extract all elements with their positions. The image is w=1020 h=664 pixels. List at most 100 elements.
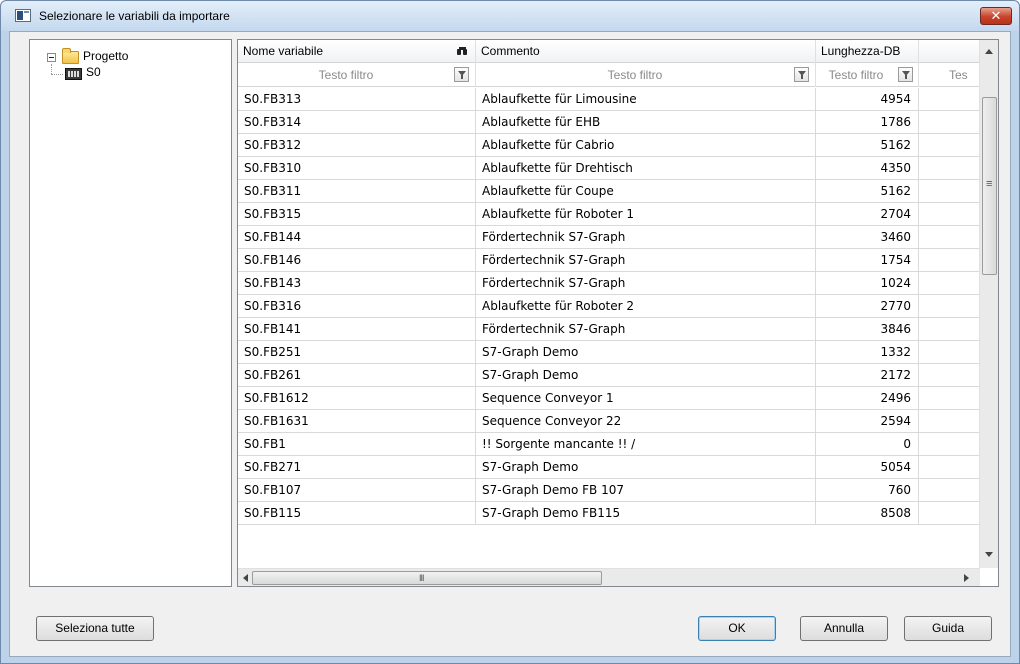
cell-db-length: 1024 <box>816 272 919 295</box>
cell-db-length: 3846 <box>816 318 919 341</box>
column-header-db-length[interactable]: Lunghezza-DB <box>816 40 919 63</box>
tree-connector <box>51 64 52 74</box>
cell-name: S0.FB144 <box>238 226 476 249</box>
variables-grid[interactable]: Nome variabile Commento Lunghezza-DB Tes… <box>237 39 999 587</box>
cell-db-length: 2770 <box>816 295 919 318</box>
filter-input-extra[interactable] <box>949 66 979 84</box>
cell-comment: Ablaufkette für EHB <box>476 111 816 134</box>
close-button[interactable]: ✕ <box>980 7 1012 25</box>
column-header-extra[interactable] <box>919 40 979 63</box>
scroll-down-icon[interactable] <box>985 552 993 557</box>
cell-name: S0.FB314 <box>238 111 476 134</box>
table-row[interactable]: S0.FB311 Ablaufkette für Coupe 5162 <box>238 180 980 203</box>
cell-extra <box>919 433 980 456</box>
cell-name: S0.FB315 <box>238 203 476 226</box>
binoculars-icon[interactable] <box>457 46 468 56</box>
filter-funnel-icon[interactable] <box>454 67 469 82</box>
cell-comment: Fördertechnik S7-Graph <box>476 226 816 249</box>
grid-header: Nome variabile Commento Lunghezza-DB <box>238 40 998 63</box>
cancel-button[interactable]: Annulla <box>800 616 888 641</box>
cell-extra <box>919 272 980 295</box>
column-header-name[interactable]: Nome variabile <box>238 40 476 63</box>
scroll-left-icon[interactable] <box>243 574 248 582</box>
cell-db-length: 0 <box>816 433 919 456</box>
tree-item-progetto[interactable]: Progetto <box>83 49 128 63</box>
cell-name: S0.FB310 <box>238 157 476 180</box>
table-row[interactable]: S0.FB312 Ablaufkette für Cabrio 5162 <box>238 134 980 157</box>
cell-name: S0.FB1631 <box>238 410 476 433</box>
select-all-button[interactable]: Seleziona tutte <box>36 616 154 641</box>
table-row[interactable]: S0.FB1612 Sequence Conveyor 1 2496 <box>238 387 980 410</box>
table-row[interactable]: S0.FB271 S7-Graph Demo 5054 <box>238 456 980 479</box>
table-row[interactable]: S0.FB314 Ablaufkette für EHB 1786 <box>238 111 980 134</box>
scroll-up-icon[interactable] <box>985 49 993 54</box>
filter-input-name[interactable] <box>242 66 450 84</box>
cell-name: S0.FB251 <box>238 341 476 364</box>
table-row[interactable]: S0.FB144 Fördertechnik S7-Graph 3460 <box>238 226 980 249</box>
horizontal-scrollbar[interactable]: III <box>238 568 980 586</box>
table-row[interactable]: S0.FB115 S7-Graph Demo FB115 8508 <box>238 502 980 525</box>
collapse-icon[interactable] <box>47 53 56 62</box>
table-row[interactable]: S0.FB1 !! Sorgente mancante !! / 0 <box>238 433 980 456</box>
cell-name: S0.FB107 <box>238 479 476 502</box>
cell-name: S0.FB115 <box>238 502 476 525</box>
table-row[interactable]: S0.FB310 Ablaufkette für Drehtisch 4350 <box>238 157 980 180</box>
table-row[interactable]: S0.FB315 Ablaufkette für Roboter 1 2704 <box>238 203 980 226</box>
table-row[interactable]: S0.FB1631 Sequence Conveyor 22 2594 <box>238 410 980 433</box>
cell-db-length: 1754 <box>816 249 919 272</box>
cell-extra <box>919 203 980 226</box>
cell-db-length: 1332 <box>816 341 919 364</box>
cell-db-length: 8508 <box>816 502 919 525</box>
table-row[interactable]: S0.FB316 Ablaufkette für Roboter 2 2770 <box>238 295 980 318</box>
scroll-grip-icon: ≡ <box>986 178 993 190</box>
cell-name: S0.FB312 <box>238 134 476 157</box>
help-button[interactable]: Guida <box>904 616 992 641</box>
cell-comment: Sequence Conveyor 22 <box>476 410 816 433</box>
cell-name: S0.FB141 <box>238 318 476 341</box>
project-tree[interactable]: Progetto S0 <box>29 39 232 587</box>
table-row[interactable]: S0.FB141 Fördertechnik S7-Graph 3846 <box>238 318 980 341</box>
table-row[interactable]: S0.FB146 Fördertechnik S7-Graph 1754 <box>238 249 980 272</box>
cell-name: S0.FB1 <box>238 433 476 456</box>
tree-connector <box>51 74 63 75</box>
app-icon <box>15 9 31 22</box>
cell-extra <box>919 226 980 249</box>
cell-name: S0.FB271 <box>238 456 476 479</box>
filter-cell-extra <box>919 63 979 87</box>
title-bar[interactable]: Selezionare le variabili da importare ✕ <box>1 1 1019 31</box>
cell-comment: Ablaufkette für Coupe <box>476 180 816 203</box>
cell-extra <box>919 341 980 364</box>
cell-extra <box>919 364 980 387</box>
scroll-right-icon[interactable] <box>964 574 969 582</box>
cell-extra <box>919 180 980 203</box>
cell-comment: Ablaufkette für Limousine <box>476 88 816 111</box>
vertical-scrollbar[interactable]: ≡ <box>979 40 998 568</box>
column-header-comment[interactable]: Commento <box>476 40 816 63</box>
table-row[interactable]: S0.FB143 Fördertechnik S7-Graph 1024 <box>238 272 980 295</box>
cell-comment: Ablaufkette für Roboter 1 <box>476 203 816 226</box>
ok-button[interactable]: OK <box>698 616 776 641</box>
cell-extra <box>919 387 980 410</box>
table-row[interactable]: S0.FB251 S7-Graph Demo 1332 <box>238 341 980 364</box>
table-row[interactable]: S0.FB107 S7-Graph Demo FB 107 760 <box>238 479 980 502</box>
horizontal-scroll-thumb[interactable]: III <box>252 571 602 585</box>
cell-comment: Fördertechnik S7-Graph <box>476 318 816 341</box>
cell-db-length: 3460 <box>816 226 919 249</box>
filter-funnel-icon[interactable] <box>898 67 913 82</box>
filter-funnel-icon[interactable] <box>794 67 809 82</box>
tree-item-s0[interactable]: S0 <box>86 65 101 79</box>
filter-input-comment[interactable] <box>480 66 790 84</box>
dialog-window: Selezionare le variabili da importare ✕ … <box>0 0 1020 664</box>
cell-name: S0.FB143 <box>238 272 476 295</box>
cell-db-length: 2172 <box>816 364 919 387</box>
cell-name: S0.FB313 <box>238 88 476 111</box>
cell-db-length: 5054 <box>816 456 919 479</box>
filter-input-db-length[interactable] <box>818 66 894 84</box>
table-row[interactable]: S0.FB313 Ablaufkette für Limousine 4954 <box>238 88 980 111</box>
cell-extra <box>919 157 980 180</box>
cell-comment: Ablaufkette für Cabrio <box>476 134 816 157</box>
window-title: Selezionare le variabili da importare <box>39 9 230 23</box>
vertical-scroll-thumb[interactable]: ≡ <box>982 97 997 275</box>
cell-db-length: 5162 <box>816 180 919 203</box>
table-row[interactable]: S0.FB261 S7-Graph Demo 2172 <box>238 364 980 387</box>
